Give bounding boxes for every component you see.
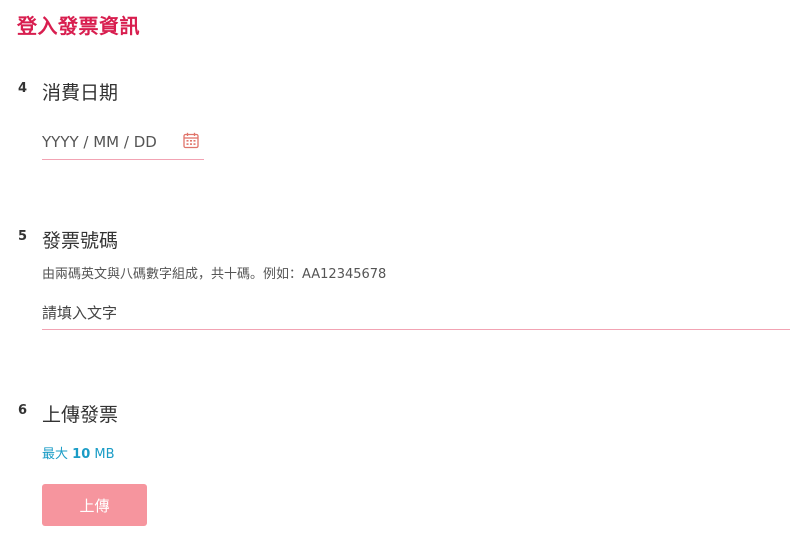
limit-value: 10 bbox=[72, 447, 91, 462]
invoice-number-input[interactable] bbox=[42, 296, 790, 330]
limit-unit: MB bbox=[94, 447, 115, 462]
question-title-upload: 上傳發票 bbox=[42, 404, 119, 426]
question-title-date: 消費日期 bbox=[42, 82, 119, 104]
calendar-icon[interactable] bbox=[183, 132, 199, 149]
limit-prefix: 最大 bbox=[42, 447, 69, 462]
invoice-number-description: 由兩碼英文與八碼數字組成，共十碼。例如：AA12345678 bbox=[42, 267, 387, 282]
question-number-6: 6 bbox=[18, 403, 28, 418]
upload-button[interactable]: 上傳 bbox=[42, 484, 147, 526]
date-field[interactable]: YYYY / MM / DD bbox=[42, 128, 204, 160]
question-number-5: 5 bbox=[18, 229, 28, 244]
question-title-invoice-number: 發票號碼 bbox=[42, 230, 119, 252]
question-number-4: 4 bbox=[18, 81, 28, 96]
page-title: 登入發票資訊 bbox=[17, 14, 140, 38]
date-placeholder: YYYY / MM / DD bbox=[42, 133, 157, 151]
file-size-limit: 最大 10 MB bbox=[42, 443, 115, 462]
